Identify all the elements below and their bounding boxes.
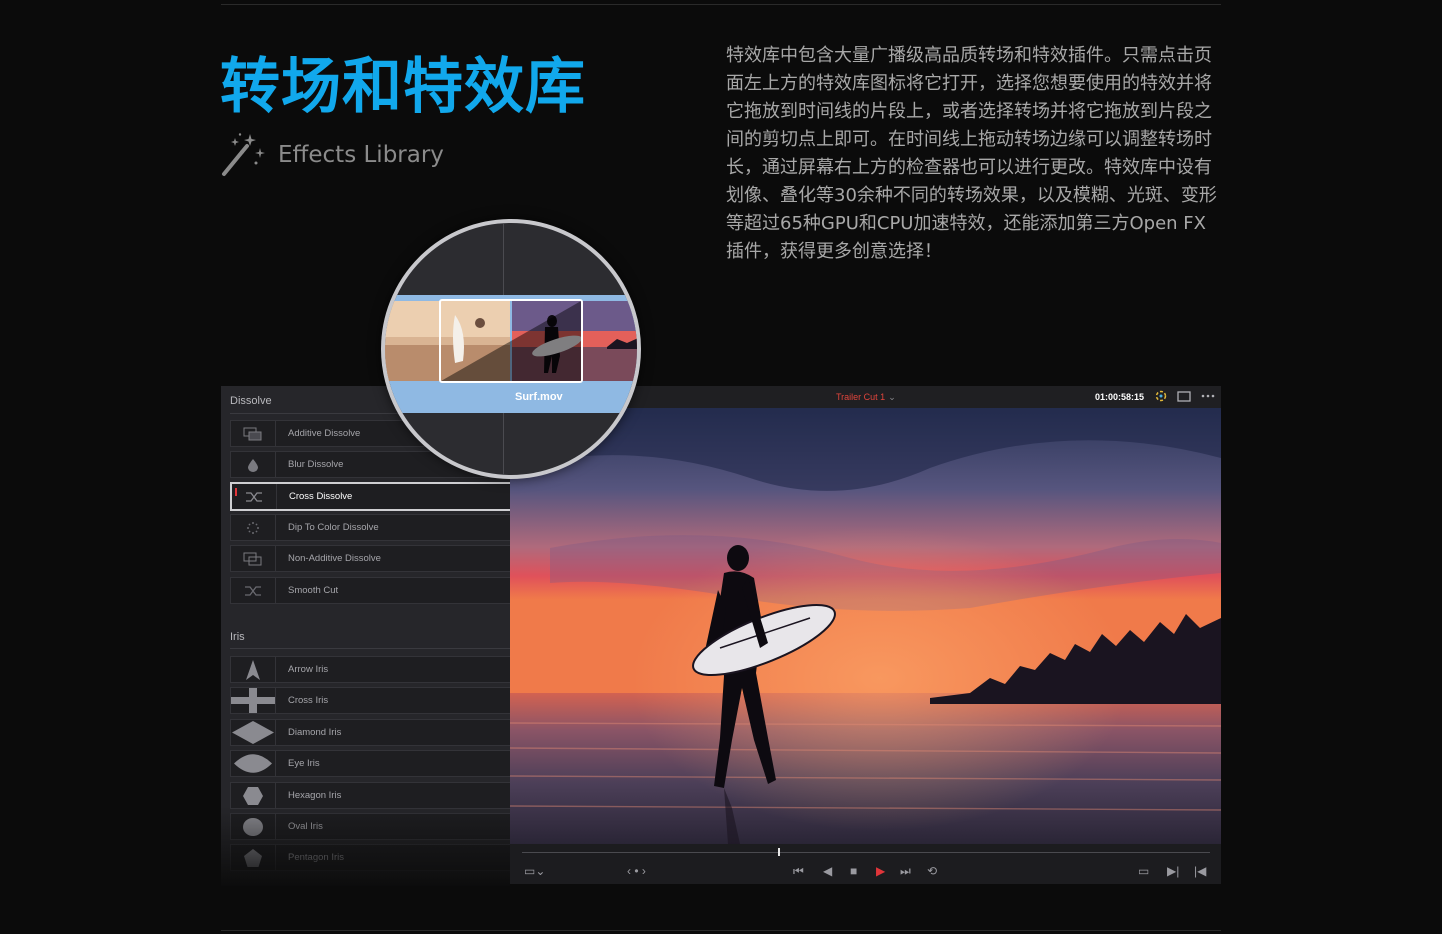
selection-marker: [235, 488, 237, 496]
timeline-name: Trailer Cut 1: [836, 392, 886, 402]
viewer-sunset-surfer-image: [510, 408, 1221, 844]
resolve-ui-mockup: Dissolve Additive Dissolve Blur Dissolve…: [221, 386, 1221, 886]
effect-item-label: Additive Dissolve: [288, 428, 361, 439]
diamond-shape-icon: [232, 721, 274, 744]
blur-drop-icon: [248, 458, 258, 472]
effect-item-cross-iris[interactable]: Cross Iris: [230, 687, 510, 714]
effect-item-label: Cross Iris: [288, 695, 329, 706]
effect-item-label: Arrow Iris: [288, 664, 329, 675]
effect-item-dip-to-color-dissolve[interactable]: Dip To Color Dissolve: [230, 514, 510, 541]
effect-item-non-additive-dissolve[interactable]: Non-Additive Dissolve: [230, 545, 510, 572]
play-icon[interactable]: ▶: [876, 864, 885, 878]
effect-item-label: Hexagon Iris: [288, 790, 342, 801]
magic-wand-icon: [222, 133, 265, 176]
effect-item-cross-dissolve[interactable]: Cross Dissolve: [230, 482, 510, 511]
timeline-clip-track[interactable]: Surf.mov: [385, 295, 637, 413]
effect-item-diamond-iris[interactable]: Diamond Iris: [230, 719, 510, 746]
description-text: 特效库中包含大量广播级高品质转场和特效插件。只需点击页面左上方的特效库图标将它打…: [726, 45, 1217, 262]
hexagon-shape-icon: [243, 786, 263, 805]
loop-icon[interactable]: ⟲: [927, 864, 937, 878]
effect-item-label: Smooth Cut: [288, 585, 339, 596]
timeline-name-dropdown[interactable]: Trailer Cut 1 ⌄: [836, 392, 896, 403]
effect-item-label: Pentagon Iris: [288, 852, 344, 863]
scrub-bar[interactable]: [522, 852, 1210, 853]
stop-icon[interactable]: ■: [850, 864, 857, 878]
next-edit-icon[interactable]: ▶|: [1167, 864, 1179, 878]
jump-to-end-icon[interactable]: ⏭: [900, 864, 911, 878]
effect-item-label: Non-Additive Dissolve: [288, 553, 381, 564]
effect-item-label: Diamond Iris: [288, 727, 342, 738]
clip-name: Surf.mov: [515, 391, 563, 403]
viewer-header-icons: [1155, 390, 1215, 402]
color-wheel-icon[interactable]: [1155, 390, 1167, 402]
timeline-magnifier: Surf.mov: [381, 219, 641, 479]
page-title: 转场和特效库: [220, 52, 586, 122]
effect-item-label: Blur Dissolve: [288, 459, 344, 470]
match-frame-icon[interactable]: ▭: [1138, 864, 1149, 878]
viewer-mode-icon[interactable]: [1177, 390, 1191, 402]
cross-arrows-icon: [245, 585, 261, 596]
jump-to-start-icon[interactable]: ⏮: [793, 864, 804, 878]
oval-shape-icon: [243, 817, 263, 836]
playhead[interactable]: [778, 848, 780, 856]
viewer-panel: Trailer Cut 1 ⌄ 01:00:58:15 ▭⌄ ‹ • › ⏮ ◀…: [510, 386, 1221, 884]
section-dissolve-header: Dissolve: [230, 395, 272, 407]
pentagon-shape-icon: [244, 848, 262, 867]
crop-tool-icon[interactable]: ▭⌄: [524, 864, 545, 878]
effect-item-oval-iris[interactable]: Oval Iris: [230, 813, 510, 840]
effect-item-label: Dip To Color Dissolve: [288, 522, 379, 533]
dots-circle-icon: [247, 521, 259, 534]
arrow-shape-icon: [246, 659, 260, 680]
plus-shape-icon: [231, 688, 275, 713]
timecode-display: 01:00:58:15: [1094, 392, 1144, 402]
section-iris-header: Iris: [230, 631, 245, 643]
previous-edit-icon[interactable]: |◀: [1194, 864, 1206, 878]
effects-library-label: Effects Library: [220, 132, 444, 178]
effect-item-label: Cross Dissolve: [289, 491, 353, 502]
effect-item-pentagon-iris[interactable]: Pentagon Iris: [230, 844, 510, 871]
section-divider: [230, 648, 510, 649]
bottom-divider: [221, 930, 1221, 931]
transport-controls: ▭⌄ ‹ • › ⏮ ◀ ■ ▶ ⏭ ⟲ ▭ ▶| |◀: [510, 844, 1221, 884]
chevron-down-icon: ⌄: [888, 392, 896, 402]
effects-library-title: Effects Library: [278, 142, 444, 168]
additive-dissolve-icon: [243, 427, 262, 440]
cross-dissolve-transition-icon: [441, 301, 581, 381]
cross-arrows-icon: [246, 491, 262, 502]
more-options-icon[interactable]: [1201, 394, 1215, 398]
eye-shape-icon: [234, 754, 272, 773]
effect-item-smooth-cut[interactable]: Smooth Cut: [230, 577, 510, 604]
clip-nav-icon[interactable]: ‹ • ›: [627, 864, 646, 878]
effect-item-arrow-iris[interactable]: Arrow Iris: [230, 656, 510, 683]
play-reverse-icon[interactable]: ◀: [823, 864, 832, 878]
top-divider: [221, 4, 1221, 5]
effect-item-hexagon-iris[interactable]: Hexagon Iris: [230, 782, 510, 809]
transition-handle[interactable]: [439, 299, 583, 383]
effect-item-label: Eye Iris: [288, 758, 320, 769]
effect-item-eye-iris[interactable]: Eye Iris: [230, 750, 510, 777]
effect-item-label: Oval Iris: [288, 821, 323, 832]
non-additive-dissolve-icon: [243, 552, 262, 565]
